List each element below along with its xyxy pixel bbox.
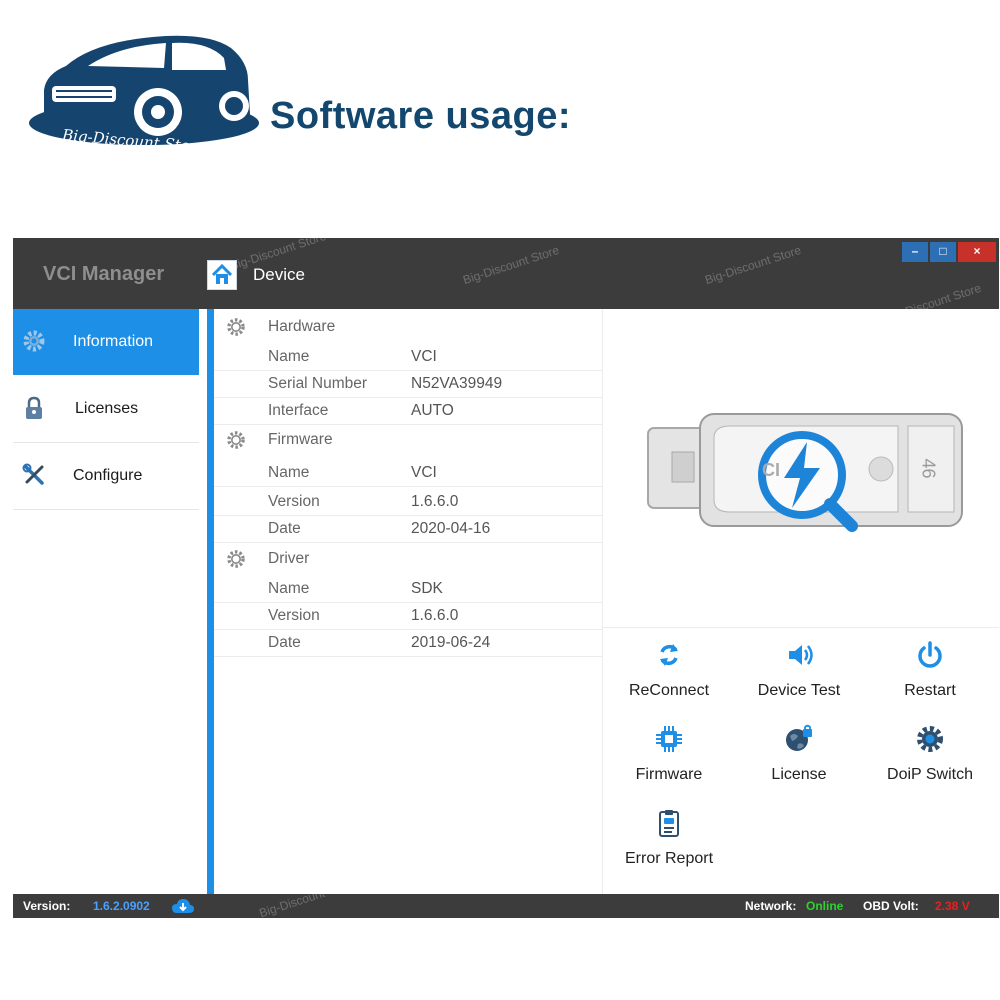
sidebar-item-configure[interactable]: Configure [13,443,199,510]
action-label: Firmware [635,766,703,783]
gear-icon [227,431,245,449]
maximize-icon: □ [939,244,947,258]
sidebar-item-label: Configure [73,467,143,484]
action-label: DoiP Switch [887,766,973,783]
row-value: 2019-06-24 [411,634,491,651]
info-row: Name SDK [214,575,602,603]
device-label-left: CI [762,460,780,480]
row-value: 2020-04-16 [411,520,491,537]
app-title: VCI Manager [43,263,165,285]
info-row: Date 2019-06-24 [214,629,602,657]
firmware-button[interactable]: Firmware [609,724,729,784]
action-label: License [771,766,827,783]
row-value: AUTO [411,402,454,419]
speaker-icon [789,645,813,665]
section-title: Hardware [268,318,336,335]
minimize-icon: – [911,244,919,258]
title-bar: VCI Manager Device – □ × Big-Discount St… [13,229,999,325]
network-label: Network: [745,899,797,913]
doip-switch-button[interactable]: DoiP Switch [870,724,990,784]
row-value: VCI [411,464,437,481]
sidebar-item-label: Information [73,333,154,350]
breadcrumb: Device [253,265,305,284]
maximize-button[interactable]: □ [930,242,956,262]
power-icon [918,641,942,668]
info-row: Name VCI [214,459,602,487]
action-label: ReConnect [628,682,710,699]
app-window: VCI Manager Device – □ × Big-Discount St… [13,229,999,918]
globe-lock-icon [786,724,812,751]
sidebar: Information Licenses Configure [13,309,214,894]
watermark: Big-Discount Store [883,280,983,326]
device-label-right: 46 [918,458,939,479]
info-row: Version 1.6.6.0 [214,602,602,630]
clipboard-icon [659,810,679,837]
lock-icon [26,396,42,419]
row-value: 1.6.6.0 [411,607,459,624]
info-row: Interface AUTO [214,397,602,425]
close-icon: × [973,244,981,258]
version-label: Version: [23,899,71,913]
chip-icon [656,726,682,752]
gear-icon [23,330,45,352]
row-value: 1.6.6.0 [411,493,459,510]
version-value: 1.6.2.0902 [93,899,150,913]
restart-button[interactable]: Restart [870,640,990,700]
watermark: Big-Discount Store [461,242,561,288]
sidebar-item-information[interactable]: Information [13,309,199,375]
minimize-button[interactable]: – [902,242,928,262]
row-value: SDK [411,580,443,597]
page-headline: Software usage: [270,95,572,137]
action-label: Error Report [624,850,714,867]
status-bar: Version: 1.6.2.0902 Big-Discount Network… [13,886,999,920]
gear-icon [227,550,245,568]
section-title: Driver [268,550,310,567]
close-button[interactable]: × [958,242,996,262]
error-report-button[interactable]: Error Report [609,808,729,868]
device-info-panel: Hardware Name VCI Serial Number N52VA399… [214,309,603,894]
row-key: Interface [268,402,329,419]
cloud-download-icon[interactable] [171,897,195,915]
row-key: Version [268,607,320,624]
device-test-button[interactable]: Device Test [739,640,859,700]
section-driver: Driver [214,543,602,573]
network-status: Online [806,899,844,913]
info-row: Version 1.6.6.0 [214,488,602,516]
section-hardware: Hardware [214,311,602,341]
license-button[interactable]: License [739,724,859,784]
store-logo: Big-Discount Store [26,28,266,160]
vci-device-image: CI 46 [630,380,970,555]
action-label: Device Test [757,682,841,699]
obd-volt-value: 2.38 V [935,899,970,913]
sidebar-item-label: Licenses [75,400,139,417]
info-row: Date 2020-04-16 [214,515,602,543]
actions-divider [603,627,999,628]
reconnect-icon [660,644,678,666]
section-firmware: Firmware [214,424,602,454]
watermark: Big-Discount Store [703,242,803,288]
info-row: Name VCI [214,343,602,371]
row-key: Name [268,464,310,481]
row-key: Name [268,348,310,365]
row-key: Date [268,520,301,537]
reconnect-button[interactable]: ReConnect [609,640,729,700]
info-row: Serial Number N52VA39949 [214,370,602,398]
row-key: Date [268,634,301,651]
section-title: Firmware [268,431,333,448]
row-key: Serial Number [268,375,368,392]
gear-icon [917,726,943,752]
obd-volt-label: OBD Volt: [863,899,919,913]
row-value: N52VA39949 [411,375,503,392]
tools-icon [22,463,44,485]
row-key: Name [268,580,310,597]
row-key: Version [268,493,320,510]
row-value: VCI [411,348,437,365]
gear-icon [227,318,245,336]
action-label: Restart [904,682,956,699]
sidebar-item-licenses[interactable]: Licenses [13,376,199,443]
